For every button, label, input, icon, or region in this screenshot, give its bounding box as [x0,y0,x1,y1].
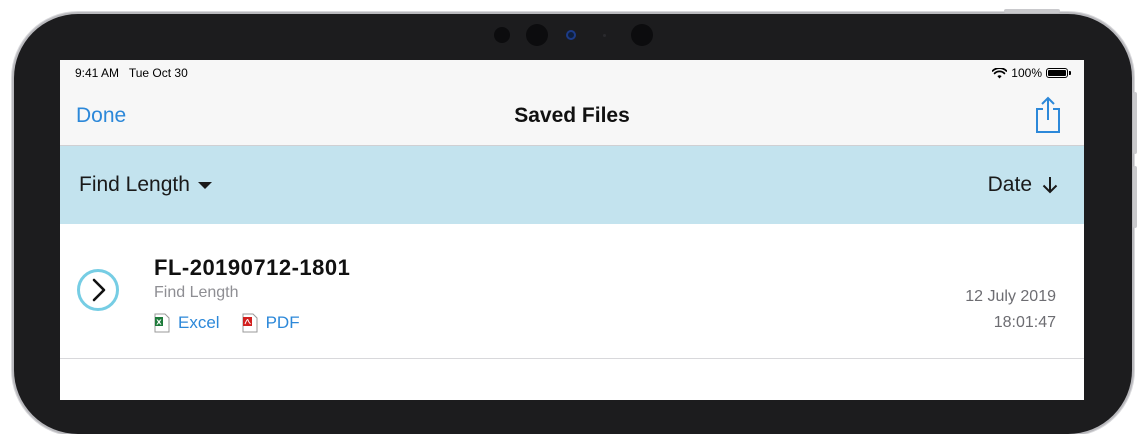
file-type-dropdown[interactable]: Find Length [79,173,212,197]
wifi-icon [992,67,1008,78]
file-type: Find Length [154,284,239,301]
chevron-right-icon[interactable] [77,269,119,311]
camera-sensor [494,27,510,43]
pdf-label: PDF [265,313,300,332]
pdf-file-icon [242,313,258,333]
sort-label: Date [987,173,1032,196]
file-name: FL-20190712-1801 [154,255,351,280]
file-time: 18:01:47 [993,314,1056,331]
file-type-label: Find Length [79,173,190,196]
excel-link[interactable]: X Excel [154,313,220,333]
camera-sensor [631,24,653,46]
filter-bar: Find Length Date [60,146,1084,224]
share-icon[interactable] [1034,96,1062,134]
status-bar: 9:41 AM Tue Oct 30 100% [60,60,1084,86]
battery-icon [1046,68,1071,78]
pdf-link[interactable]: PDF [242,313,300,333]
status-time: 9:41 AM [75,66,120,80]
arrow-down-icon [1042,177,1058,194]
camera-sensor [526,24,548,46]
device-volume-button [1133,92,1137,154]
status-date: Tue Oct 30 [128,66,188,80]
excel-file-icon: X [154,313,170,333]
caret-down-icon [197,181,212,189]
status-clock: 9:41 AM Tue Oct 30 [75,66,188,80]
navigation-bar: Done Saved Files [60,86,1084,146]
sort-button[interactable]: Date [988,173,1058,197]
svg-text:X: X [156,319,162,327]
file-timestamp: 12 July 2019 18:01:47 [965,284,1056,336]
camera-sensor [603,34,606,37]
file-date: 12 July 2019 [965,288,1056,305]
app-screen: 9:41 AM Tue Oct 30 100% Done Saved Files… [60,60,1084,400]
front-camera-icon [566,30,576,40]
device-top-button [1004,9,1060,13]
status-indicators: 100% [992,66,1071,80]
device-volume-button [1133,166,1137,228]
excel-label: Excel [178,313,220,332]
attachments: X Excel PDF [154,313,300,333]
battery-percent: 100% [1011,66,1042,80]
list-item[interactable]: FL-20190712-1801 Find Length X Excel PDF [60,225,1084,359]
page-title: Saved Files [514,104,630,127]
